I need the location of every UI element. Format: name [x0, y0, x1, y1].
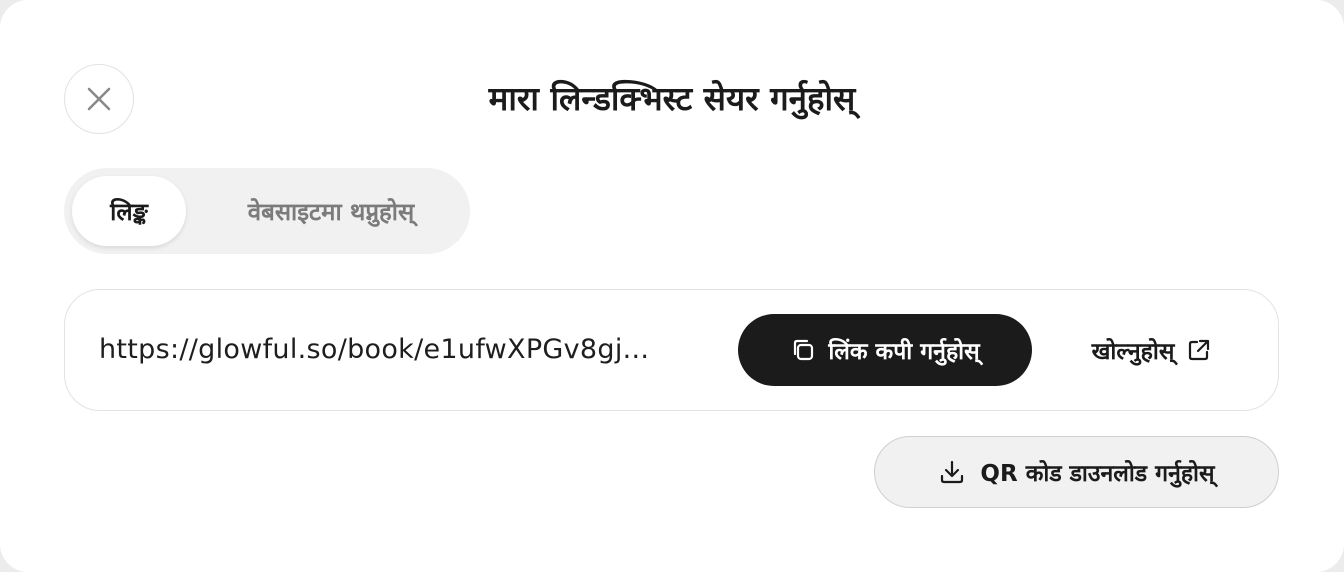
dialog-title: मारा लिन्डक्भिस्ट सेयर गर्नुहोस् — [488, 79, 856, 118]
share-link-box: https://glowful.so/book/e1ufwXPGv8gj... … — [64, 289, 1279, 411]
copy-link-button[interactable]: लिंक कपी गर्नुहोस् — [738, 314, 1032, 386]
tab-link[interactable]: लिङ्क — [72, 176, 186, 246]
share-dialog: मारा लिन्डक्भिस्ट सेयर गर्नुहोस् लिङ्क व… — [0, 0, 1344, 572]
download-qr-button[interactable]: QR कोड डाउनलोड गर्नुहोस् — [874, 436, 1279, 508]
open-link-label: खोल्नुहोस् — [1091, 339, 1175, 365]
share-link-url[interactable]: https://glowful.so/book/e1ufwXPGv8gj... — [99, 330, 709, 370]
download-icon — [938, 458, 966, 486]
copy-icon — [790, 337, 816, 363]
tab-add-to-website[interactable]: वेबसाइटमा थप्नुहोस् — [200, 176, 462, 246]
share-tabs: लिङ्क वेबसाइटमा थप्नुहोस् — [64, 168, 470, 254]
download-qr-label: QR कोड डाउनलोड गर्नुहोस् — [980, 461, 1215, 487]
open-link-button[interactable]: खोल्नुहोस् — [1057, 314, 1247, 386]
external-link-icon — [1186, 337, 1212, 363]
copy-link-label: लिंक कपी गर्नुहोस् — [828, 339, 980, 365]
